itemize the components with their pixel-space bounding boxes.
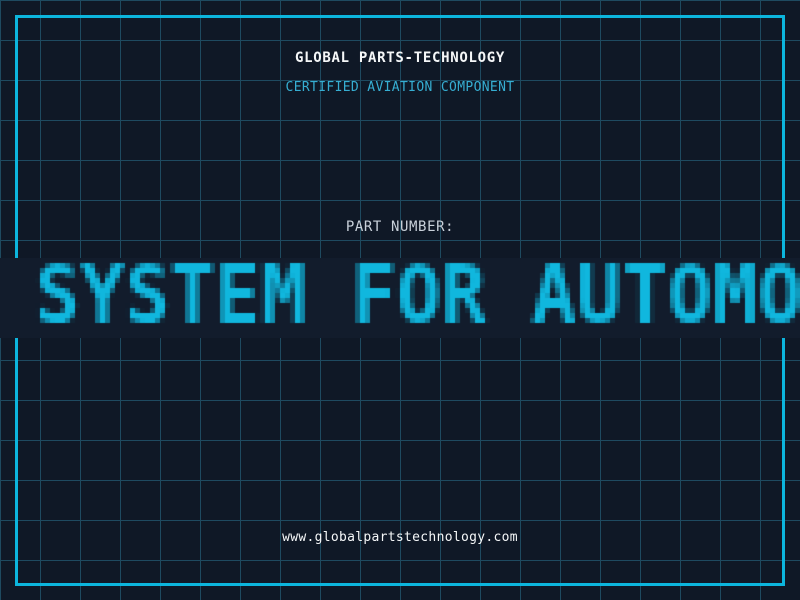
company-title: GLOBAL PARTS-TECHNOLOGY [295,50,505,66]
blueprint-banner-page: GLOBAL PARTS-TECHNOLOGY CERTIFIED AVIATI… [0,0,800,600]
part-number-label: PART NUMBER: [345,219,455,235]
certification-subtitle: CERTIFIED AVIATION COMPONENT [285,80,515,95]
part-name-banner [0,258,800,338]
part-name-pixel-text [0,258,800,338]
website-url: www.globalpartstechnology.com [282,530,518,545]
